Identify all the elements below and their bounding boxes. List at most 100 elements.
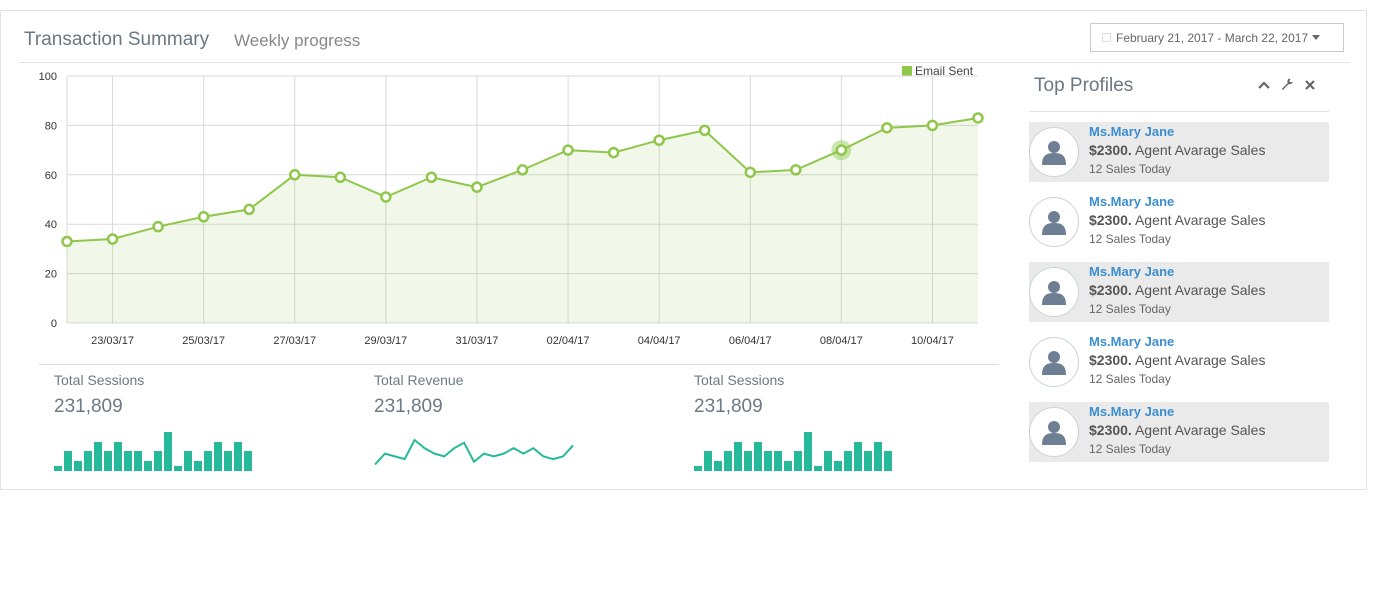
- avatar: [1029, 337, 1079, 387]
- spark-bar: [744, 451, 752, 471]
- stat-value: 231,809: [374, 396, 443, 417]
- stat-value: 231,809: [54, 396, 123, 417]
- y-tick-label: 20: [45, 269, 57, 281]
- stat-total-sessions-2: Total Sessions 231,809: [694, 372, 784, 418]
- x-tick-label: 27/03/17: [273, 335, 316, 347]
- data-point: [744, 166, 756, 179]
- data-point: [380, 191, 392, 203]
- profile-name[interactable]: Ms.Mary Jane: [1089, 264, 1265, 279]
- data-point: [289, 169, 301, 181]
- wrench-icon[interactable]: [1280, 77, 1294, 93]
- spark-bar: [824, 451, 832, 471]
- spark-bar: [874, 442, 882, 471]
- data-point: [334, 171, 347, 184]
- x-tick-label: 29/03/17: [364, 335, 407, 347]
- close-icon[interactable]: [1303, 77, 1317, 93]
- data-point: [607, 146, 620, 159]
- spark-bar: [774, 451, 782, 471]
- data-point: [471, 181, 483, 193]
- user-icon: [1042, 211, 1066, 235]
- date-range-picker[interactable]: February 21, 2017 - March 22, 2017: [1090, 23, 1344, 52]
- profile-sales-text: Agent Avarage Sales: [1134, 212, 1266, 228]
- data-point: [790, 164, 802, 176]
- profile-item[interactable]: Ms.Mary Jane $2300. Agent Avarage Sales 12…: [1029, 262, 1329, 322]
- transaction-panel: Transaction Summary Weekly progress Febr…: [0, 10, 1367, 490]
- spark-bar: [784, 461, 792, 471]
- date-range-label: February 21, 2017 - March 22, 2017: [1116, 30, 1309, 45]
- profile-amount: $2300.: [1089, 422, 1132, 438]
- profiles-title: Top Profiles: [1034, 75, 1134, 96]
- avatar: [1029, 407, 1079, 457]
- y-tick-label: 80: [45, 120, 57, 132]
- profile-item[interactable]: Ms.Mary Jane $2300. Agent Avarage Sales 12…: [1029, 402, 1329, 462]
- spark-bar: [84, 451, 92, 471]
- profile-sales: $2300. Agent Avarage Sales: [1089, 212, 1265, 228]
- profile-name[interactable]: Ms.Mary Jane: [1089, 124, 1265, 139]
- line-chart: 0 20 40 60 80 100 23/03/17 25/03/17 27/03/17 29/0…: [39, 71, 984, 347]
- x-tick-label: 06/04/17: [729, 335, 772, 347]
- avatar: [1029, 197, 1079, 247]
- spark-bar: [174, 466, 182, 471]
- y-tick-label: 40: [45, 219, 57, 231]
- spark-line: [374, 438, 574, 466]
- data-point: [972, 112, 984, 124]
- spark-bar: [114, 442, 122, 471]
- data-point: [243, 203, 255, 216]
- user-icon: [1042, 421, 1066, 445]
- spark-bar: [804, 432, 812, 471]
- avatar: [1029, 267, 1079, 317]
- profile-sales: $2300. Agent Avarage Sales: [1089, 422, 1265, 438]
- sparkline-sessions: [54, 432, 252, 471]
- spark-bar: [884, 451, 892, 471]
- data-point: [197, 211, 210, 223]
- profile-amount: $2300.: [1089, 142, 1132, 158]
- profile-sales-text: Agent Avarage Sales: [1134, 352, 1266, 368]
- profile-name[interactable]: Ms.Mary Jane: [1089, 404, 1265, 419]
- spark-bar: [764, 451, 772, 471]
- data-point: [562, 144, 574, 156]
- chevron-up-icon[interactable]: [1257, 77, 1271, 93]
- data-point: [516, 164, 529, 176]
- data-point: [106, 233, 119, 245]
- y-tick-label: 0: [51, 318, 57, 330]
- spark-bar: [124, 451, 132, 471]
- profile-name[interactable]: Ms.Mary Jane: [1089, 334, 1265, 349]
- user-icon: [1042, 281, 1066, 305]
- spark-bar: [144, 461, 152, 471]
- spark-bar: [864, 451, 872, 471]
- data-point: [698, 124, 711, 137]
- spark-bar: [754, 442, 762, 471]
- x-tick-label: 10/04/17: [911, 335, 954, 347]
- profile-item[interactable]: Ms.Mary Jane $2300. Agent Avarage Sales 12…: [1029, 122, 1329, 182]
- spark-bar: [834, 461, 842, 471]
- spark-bar: [94, 442, 102, 471]
- profile-name[interactable]: Ms.Mary Jane: [1089, 194, 1265, 209]
- spark-bar: [154, 451, 162, 471]
- stat-label: Total Sessions: [54, 372, 145, 388]
- profile-sales-today: 12 Sales Today: [1089, 232, 1171, 246]
- spark-bar: [134, 451, 142, 471]
- stat-label: Total Sessions: [694, 372, 785, 388]
- profile-sales: $2300. Agent Avarage Sales: [1089, 282, 1265, 298]
- y-tick-label: 100: [39, 71, 57, 83]
- sparkline-revenue: [374, 438, 574, 466]
- profile-amount: $2300.: [1089, 352, 1132, 368]
- x-tick-label: 04/04/17: [638, 335, 681, 347]
- spark-bar: [64, 451, 72, 471]
- profile-amount: $2300.: [1089, 282, 1132, 298]
- spark-bar: [224, 451, 232, 471]
- y-tick-label: 60: [45, 170, 57, 182]
- spark-bar: [854, 442, 862, 471]
- profile-sales-text: Agent Avarage Sales: [1134, 282, 1266, 298]
- spark-bar: [104, 451, 112, 471]
- profile-item[interactable]: Ms.Mary Jane $2300. Agent Avarage Sales 12…: [1029, 332, 1329, 392]
- user-icon: [1042, 351, 1066, 375]
- stat-total-revenue: Total Revenue 231,809: [374, 372, 464, 418]
- caret-down-icon: [1312, 35, 1321, 40]
- spark-bar: [164, 432, 172, 471]
- divider: [1029, 111, 1329, 112]
- data-point: [152, 220, 164, 233]
- profile-item[interactable]: Ms.Mary Jane $2300. Agent Avarage Sales 12…: [1029, 192, 1329, 252]
- data-point: [425, 171, 438, 184]
- x-tick-label: 08/04/17: [820, 335, 863, 347]
